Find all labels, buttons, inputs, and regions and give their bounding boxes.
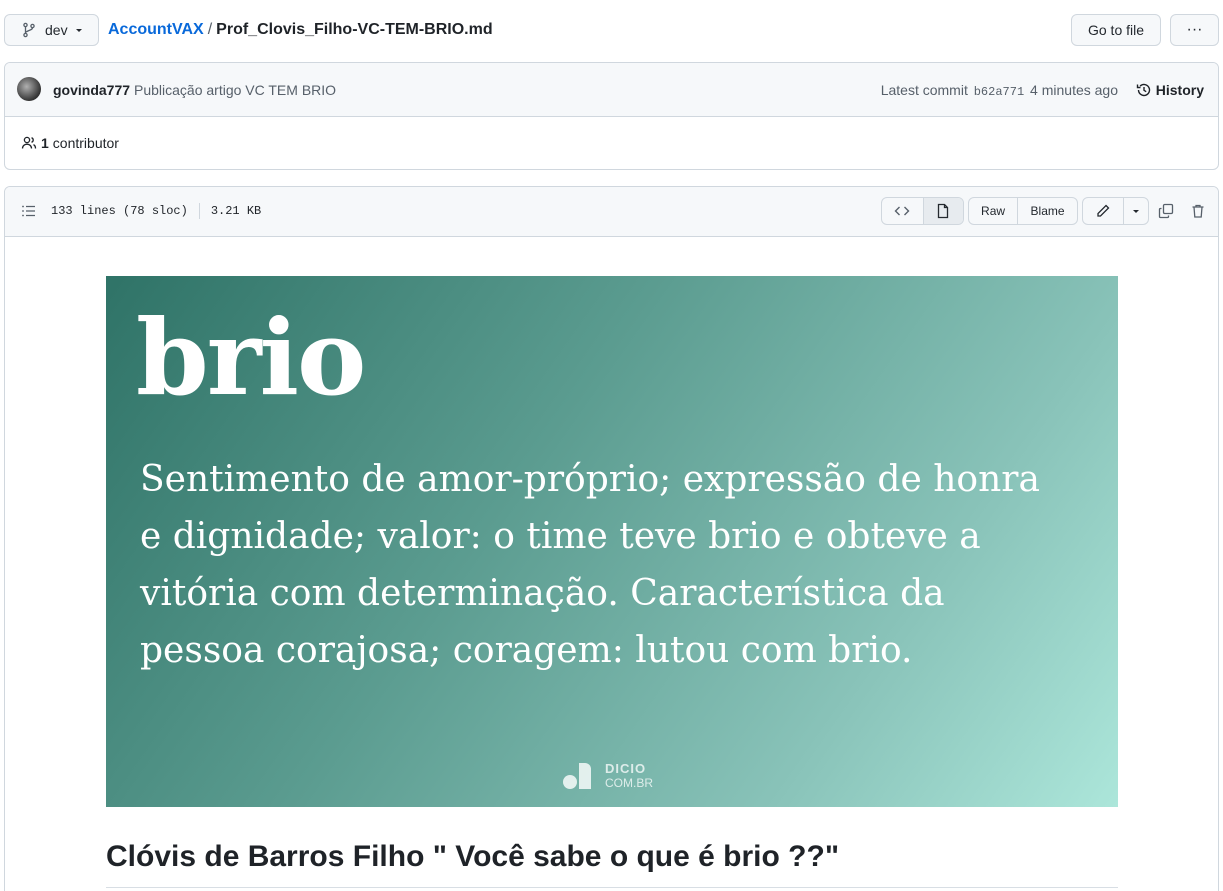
- file-info: 133 lines (78 sloc) 3.21 KB: [21, 203, 261, 219]
- divider: [106, 887, 1118, 888]
- contributors-label: contributor: [52, 135, 119, 151]
- edit-button[interactable]: [1083, 198, 1123, 224]
- breadcrumb-separator: /: [207, 21, 213, 38]
- blame-button[interactable]: Blame: [1017, 198, 1077, 224]
- hero-word: brio: [136, 296, 366, 419]
- code-icon: [894, 206, 910, 216]
- source-view-button[interactable]: [882, 198, 923, 224]
- copy-raw-button[interactable]: [1156, 201, 1176, 221]
- file-lines: 133 lines (78 sloc): [51, 204, 188, 218]
- commit-time: 4 minutes ago: [1030, 82, 1118, 98]
- breadcrumb-file-name: Prof_Clovis_Filho-VC-TEM-BRIO.md: [216, 21, 493, 38]
- file-icon: [938, 203, 949, 219]
- file-header: 133 lines (78 sloc) 3.21 KB Raw Blame: [5, 187, 1218, 237]
- avatar[interactable]: [17, 77, 41, 101]
- git-branch-icon: [23, 22, 35, 38]
- raw-button[interactable]: Raw: [969, 198, 1017, 224]
- history-icon: [1136, 83, 1150, 97]
- caret-down-icon: [75, 29, 82, 32]
- commit-sha-link[interactable]: b62a771: [974, 85, 1024, 99]
- latest-commit-label: Latest commit: [880, 82, 968, 98]
- commit-box: govinda777 Publicação artigo VC TEM BRIO…: [4, 62, 1219, 170]
- caret-down-icon: [1132, 210, 1139, 213]
- contributors-link[interactable]: 1 contributor: [21, 135, 119, 151]
- breadcrumb: AccountVAX / Prof_Clovis_Filho-VC-TEM-BRIO…: [108, 21, 493, 39]
- copy-icon: [1158, 203, 1174, 219]
- file-topbar: dev AccountVAX / Prof_Clovis_Filho-VC-TEM-…: [4, 14, 1219, 47]
- contributors-count: 1: [41, 135, 49, 151]
- file-viewer: 133 lines (78 sloc) 3.21 KB Raw Blame br…: [4, 186, 1219, 891]
- trash-icon: [1192, 204, 1204, 218]
- rendered-view-button[interactable]: [922, 198, 963, 224]
- view-toggle: [881, 197, 964, 225]
- article-heading: Clóvis de Barros Filho " Você sabe o que…: [106, 840, 840, 873]
- commit-message-link[interactable]: Publicação artigo VC TEM BRIO: [134, 82, 336, 98]
- dicio-logo: DICIO COM.BR: [563, 762, 653, 790]
- people-icon: [21, 136, 37, 149]
- hero-definition: Sentimento de amor-próprio; expressão de…: [140, 459, 1040, 671]
- file-size: 3.21 KB: [210, 204, 262, 218]
- raw-blame-group: Raw Blame: [968, 197, 1078, 225]
- latest-commit-info: Latest commit b62a771 4 minutes ago: [881, 82, 1118, 99]
- edit-group: [1082, 197, 1149, 225]
- dicio-brand-sub: COM.BR: [605, 776, 653, 790]
- history-link[interactable]: History: [1136, 82, 1204, 98]
- more-options-button[interactable]: ···: [1170, 14, 1219, 46]
- pencil-icon: [1097, 204, 1110, 217]
- breadcrumb-repo-link[interactable]: AccountVAX: [108, 21, 204, 38]
- commit-author-link[interactable]: govinda777: [53, 82, 130, 98]
- delete-file-button[interactable]: [1188, 201, 1208, 221]
- branch-name: dev: [45, 22, 68, 38]
- brio-definition-image: brio Sentimento de amor-próprio; express…: [106, 276, 1118, 807]
- dicio-brand: DICIO: [605, 761, 647, 776]
- dicio-logo-icon: [563, 763, 595, 789]
- list-icon[interactable]: [21, 203, 37, 219]
- edit-dropdown-button[interactable]: [1122, 198, 1148, 224]
- go-to-file-button[interactable]: Go to file: [1071, 14, 1161, 46]
- divider: [198, 203, 200, 219]
- latest-commit-bar: govinda777 Publicação artigo VC TEM BRIO…: [5, 63, 1218, 117]
- branch-selector-button[interactable]: dev: [4, 14, 99, 46]
- history-label: History: [1155, 82, 1204, 98]
